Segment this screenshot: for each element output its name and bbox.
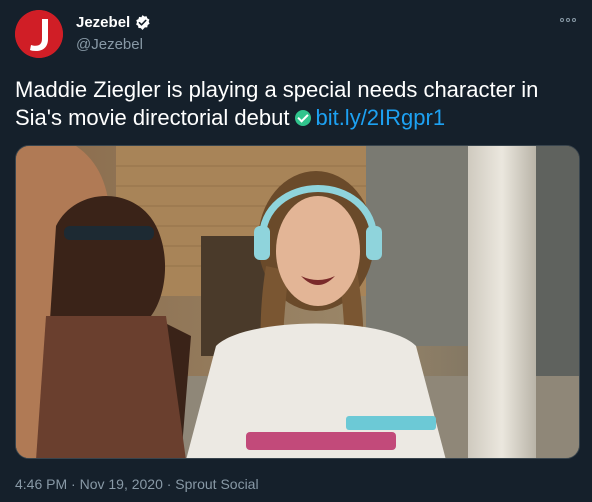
movie-still-photo — [16, 146, 579, 458]
tweet-timestamp[interactable]: 4:46 PM · Nov 19, 2020 · Sprout Social — [15, 476, 259, 492]
account-name-row: Jezebel — [76, 14, 151, 31]
tweet-text: Maddie Ziegler is playing a special need… — [15, 76, 580, 132]
jezebel-logo-icon — [15, 10, 63, 58]
avatar[interactable] — [15, 10, 63, 58]
tweet-body: Maddie Ziegler is playing a special need… — [15, 77, 539, 130]
tweet-media-image[interactable] — [15, 145, 580, 459]
tweet-link[interactable]: bit.ly/2IRgpr1 — [315, 105, 445, 130]
more-options-icon[interactable] — [560, 14, 580, 26]
green-check-emoji-icon — [295, 110, 312, 126]
display-name[interactable]: Jezebel — [76, 14, 130, 31]
account-handle[interactable]: @Jezebel — [76, 36, 143, 53]
verified-badge-icon — [134, 14, 151, 31]
